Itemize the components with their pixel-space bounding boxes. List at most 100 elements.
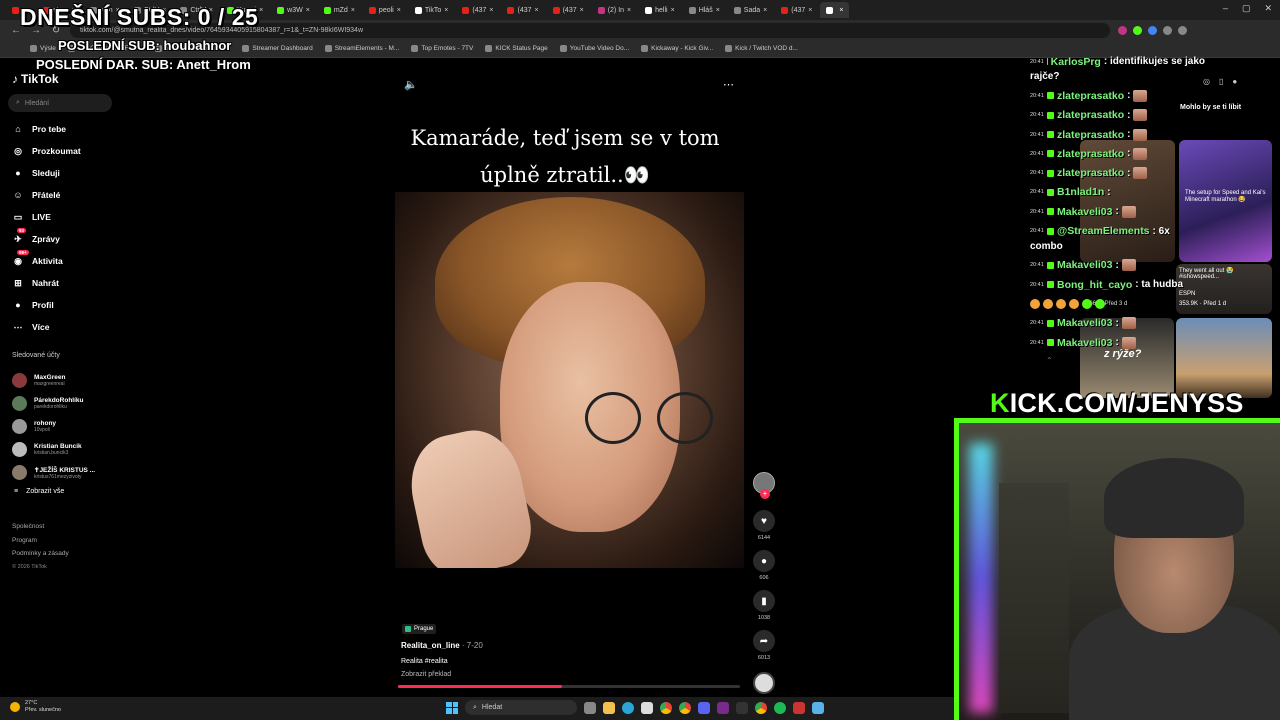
- tab-close-icon[interactable]: ×: [397, 7, 401, 14]
- tab-close-icon[interactable]: ×: [444, 7, 448, 14]
- sidebar-item-prozkoumat[interactable]: ◎ Prozkoumat: [12, 140, 112, 162]
- footer-link-company[interactable]: Společnost: [12, 520, 69, 534]
- bookmark-item[interactable]: StreamElements - M...: [324, 45, 399, 52]
- browser-tab[interactable]: Sada ×: [728, 2, 773, 18]
- followed-account[interactable]: MaxGreen maxgreenreal: [12, 369, 122, 392]
- chrome-icon[interactable]: [660, 701, 672, 714]
- device-icon[interactable]: ▯: [1219, 77, 1223, 86]
- followed-account[interactable]: PárekdoRohlíku parekdorohliku: [12, 392, 122, 415]
- notepad-icon[interactable]: [812, 701, 824, 714]
- tab-close-icon[interactable]: ×: [716, 7, 720, 14]
- video-progress-bar[interactable]: [398, 685, 740, 688]
- sidebar-item-sleduji[interactable]: ● Sleduji: [12, 162, 112, 184]
- user-avatar-icon[interactable]: ●: [1232, 77, 1237, 86]
- weather-widget[interactable]: 27°C Přev. slunečno: [10, 700, 61, 714]
- sidebar-item-live[interactable]: ▭ LIVE: [12, 206, 112, 228]
- extension-icon[interactable]: [1133, 25, 1142, 35]
- more-options-icon[interactable]: ⋯: [723, 78, 734, 91]
- store-icon[interactable]: [641, 701, 653, 714]
- close-icon[interactable]: ✕: [1264, 3, 1272, 14]
- temperature: 27°C: [25, 700, 38, 706]
- volume-icon[interactable]: 🔈: [404, 78, 418, 91]
- task-view-icon[interactable]: [584, 701, 596, 714]
- bookmark-item[interactable]: Kickaway - Kick Giv...: [641, 45, 713, 52]
- comment-button[interactable]: ●: [753, 550, 775, 572]
- spotify-icon[interactable]: [774, 701, 786, 714]
- creator-avatar[interactable]: +: [753, 472, 775, 499]
- sidebar-item-nahrát[interactable]: ⊞ Nahrát: [12, 272, 112, 294]
- scroll-up-icon[interactable]: ⌃: [1046, 356, 1053, 365]
- video-author[interactable]: Realita_on_line · 7-20: [401, 641, 483, 650]
- show-translation-link[interactable]: Zobrazit překlad: [401, 671, 451, 678]
- extension-icon[interactable]: [1163, 25, 1172, 35]
- footer-link-program[interactable]: Program: [12, 534, 69, 548]
- sidebar-item-přátelé[interactable]: ☺ Přátelé: [12, 184, 112, 206]
- chat-message: 20:41 B1nlad1n:: [1030, 183, 1205, 202]
- tab-close-icon[interactable]: ×: [306, 7, 310, 14]
- browser-tab[interactable]: Hláš ×: [683, 2, 726, 18]
- minimize-icon[interactable]: –: [1223, 3, 1228, 14]
- chrome-icon[interactable]: [679, 701, 691, 714]
- search-input[interactable]: ⌕ Hledání: [8, 94, 112, 112]
- tab-close-icon[interactable]: ×: [580, 7, 584, 14]
- bookmark-item[interactable]: Streamer Dashboard: [242, 45, 313, 52]
- chrome-icon[interactable]: [755, 701, 767, 714]
- browser-tab[interactable]: (2) In ×: [592, 2, 637, 18]
- location-tag[interactable]: Prague: [402, 624, 437, 634]
- browser-tab[interactable]: mZd ×: [318, 2, 361, 18]
- bookmark-item[interactable]: KICK Status Page: [485, 45, 548, 52]
- followed-account[interactable]: rohony 10vpoli: [12, 415, 122, 438]
- browser-tab[interactable]: helli ×: [639, 2, 681, 18]
- bookmark-item[interactable]: Top Emotes - 7TV: [411, 45, 473, 52]
- extension-icon[interactable]: [1118, 25, 1127, 35]
- follow-plus-icon[interactable]: +: [760, 489, 770, 499]
- video-player[interactable]: [395, 192, 744, 568]
- tiktok-logo[interactable]: ♪ TikTok: [12, 72, 59, 86]
- sidebar-item-více[interactable]: ⋯ Více: [12, 316, 112, 338]
- windows-start-icon[interactable]: [446, 701, 458, 714]
- browser-tab[interactable]: (437 ×: [501, 2, 544, 18]
- followed-account[interactable]: Kristian Buncik kristian.buncik3: [12, 438, 122, 461]
- app-icon[interactable]: [717, 701, 729, 714]
- bookmark-item[interactable]: Výsle: [30, 45, 56, 52]
- browser-tab[interactable]: TikTo ×: [409, 2, 455, 18]
- tab-close-icon[interactable]: ×: [839, 7, 843, 14]
- sidebar-item-aktivita[interactable]: ◉ 99+ Aktivita: [12, 250, 112, 272]
- browser-tab[interactable]: ×: [820, 2, 850, 18]
- extension-icon[interactable]: [1178, 25, 1187, 35]
- tab-close-icon[interactable]: ×: [351, 7, 355, 14]
- sidebar-item-pro-tebe[interactable]: ⌂ Pro tebe: [12, 118, 112, 140]
- tab-close-icon[interactable]: ×: [489, 7, 493, 14]
- taskbar-search[interactable]: ⌕ Hledat: [465, 700, 577, 715]
- sidebar-item-zprávy[interactable]: ✈ 93 Zprávy: [12, 228, 112, 250]
- sound-disc-icon[interactable]: [753, 672, 775, 694]
- edge-icon[interactable]: [622, 701, 634, 714]
- terminal-icon[interactable]: [736, 701, 748, 714]
- browser-tab[interactable]: (437 ×: [547, 2, 590, 18]
- save-button[interactable]: ▮: [753, 590, 775, 612]
- like-button[interactable]: ♥: [753, 510, 775, 532]
- app-icon[interactable]: [793, 701, 805, 714]
- tab-close-icon[interactable]: ×: [808, 7, 812, 14]
- share-button[interactable]: ➦: [753, 630, 775, 652]
- sidebar-item-profil[interactable]: ● Profil: [12, 294, 112, 316]
- chat-username: Makaveli03: [1057, 205, 1113, 218]
- followed-account[interactable]: ✝JEŽÍŠ KRISTUS ... kristus761mezyzivoty: [12, 461, 122, 484]
- browser-tab[interactable]: peoli ×: [363, 2, 407, 18]
- browser-tab[interactable]: (437 ×: [775, 2, 818, 18]
- bookmark-item[interactable]: Kick / Twitch VOD d...: [725, 45, 798, 52]
- tab-close-icon[interactable]: ×: [627, 7, 631, 14]
- maximize-icon[interactable]: ▢: [1242, 3, 1251, 14]
- browser-tab[interactable]: w3W ×: [271, 2, 316, 18]
- footer-link-terms[interactable]: Podmínky a zásady: [12, 547, 69, 561]
- tab-close-icon[interactable]: ×: [763, 7, 767, 14]
- tab-close-icon[interactable]: ×: [671, 7, 675, 14]
- discord-icon[interactable]: [698, 701, 710, 714]
- show-all-link[interactable]: ≡ Zobrazit vše: [14, 488, 64, 495]
- tab-close-icon[interactable]: ×: [259, 7, 263, 14]
- extension-icon[interactable]: [1148, 25, 1157, 35]
- file-explorer-icon[interactable]: [603, 701, 615, 714]
- bookmark-item[interactable]: YouTube Video Do...: [559, 45, 629, 52]
- browser-tab[interactable]: (437 ×: [456, 2, 499, 18]
- tab-close-icon[interactable]: ×: [535, 7, 539, 14]
